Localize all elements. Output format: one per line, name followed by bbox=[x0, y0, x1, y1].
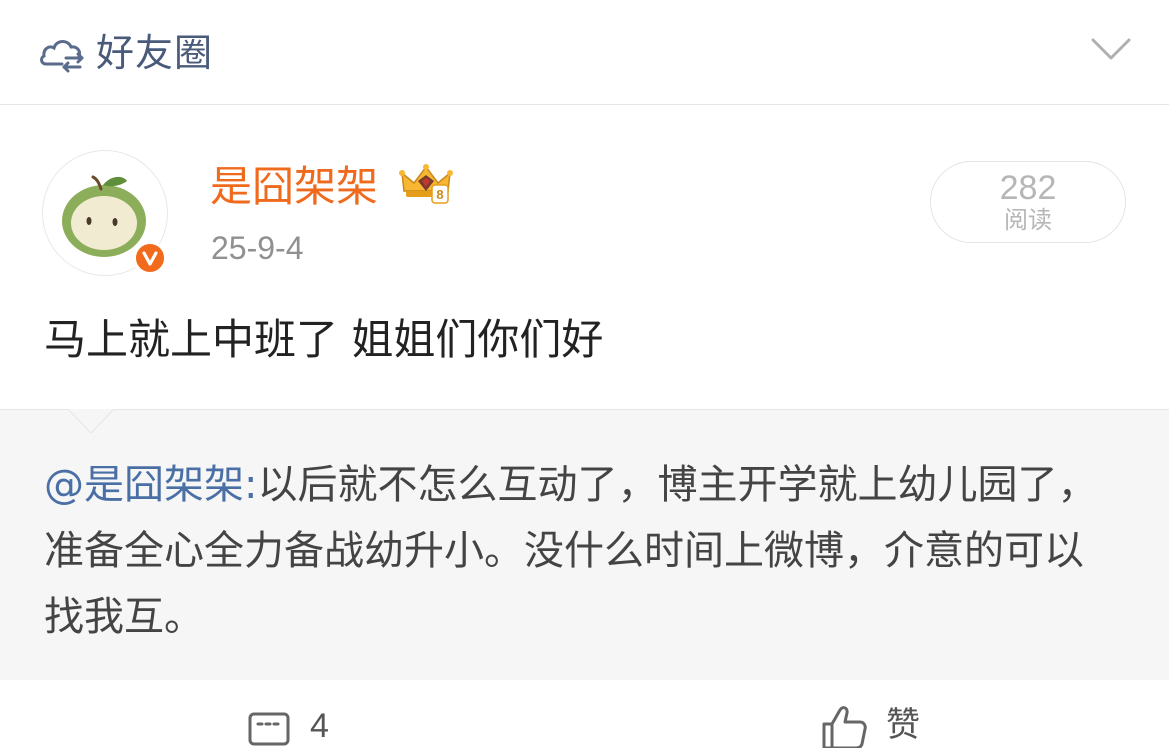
read-count-badge[interactable]: 282 阅读 bbox=[930, 161, 1126, 243]
friends-circle-icon bbox=[40, 40, 84, 73]
page-title: 好友圈 bbox=[96, 31, 214, 75]
repost-body: @是囧架架:以后就不怎么互动了，博主开学就上幼儿园了，准备全心全力备战幼升小。没… bbox=[44, 452, 1104, 650]
comment-icon[interactable] bbox=[248, 710, 292, 750]
post-author-name[interactable]: 是囧架架 bbox=[210, 160, 378, 214]
comment-count[interactable]: 4 bbox=[310, 706, 329, 746]
thumbs-up-icon[interactable] bbox=[820, 704, 868, 748]
page-header: 好友圈 bbox=[0, 0, 1169, 105]
verified-v-icon bbox=[133, 241, 167, 275]
crown-icon[interactable]: 8 bbox=[398, 161, 454, 207]
post-date: 25-9-4 bbox=[211, 230, 304, 266]
repost-pointer-notch bbox=[68, 393, 114, 433]
svg-text:8: 8 bbox=[436, 187, 443, 202]
post-action-bar bbox=[0, 680, 1169, 742]
post-body: 马上就上中班了 姐姐们你们好 bbox=[44, 315, 604, 364]
read-count-label: 阅读 bbox=[1004, 206, 1052, 234]
like-button-label[interactable]: 赞 bbox=[886, 704, 920, 746]
repost-author-link[interactable]: @是囧架架 bbox=[44, 462, 244, 508]
chevron-down-icon[interactable] bbox=[1090, 34, 1132, 64]
read-count: 282 bbox=[999, 169, 1057, 207]
repost-separator: : bbox=[244, 462, 258, 508]
